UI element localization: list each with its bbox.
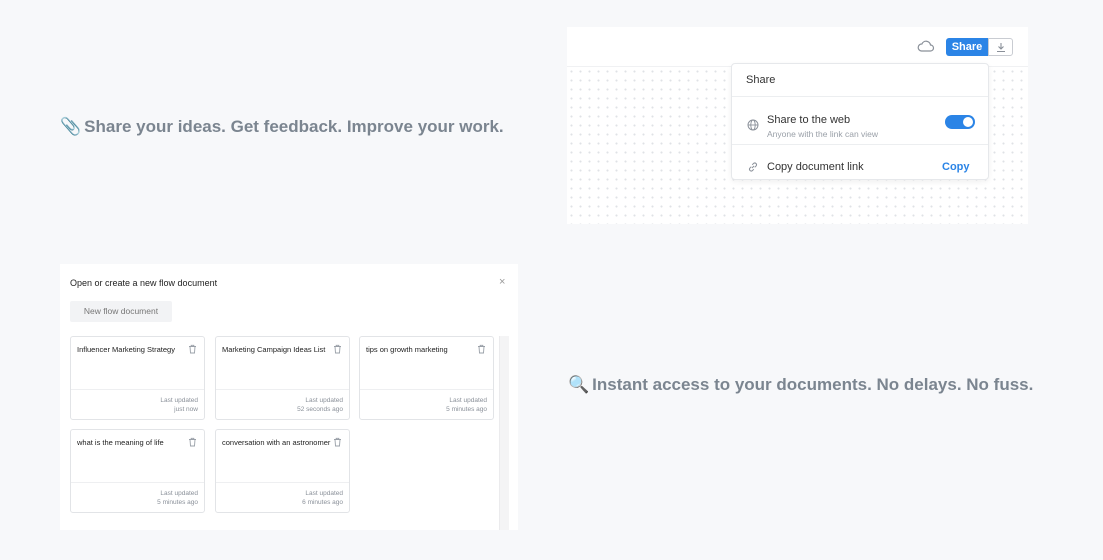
magnifier-icon: 🔍 — [568, 375, 590, 394]
document-name: tips on growth marketing — [366, 345, 448, 354]
scrollbar[interactable] — [499, 336, 509, 530]
last-updated-label: Last updated — [305, 397, 343, 404]
trash-icon[interactable] — [477, 344, 486, 354]
feature-headline-access: 🔍 Instant access to your documents. No de… — [568, 371, 1038, 398]
last-updated-label: Last updated — [449, 397, 487, 404]
feature-text: Share your ideas. Get feedback. Improve … — [84, 117, 504, 136]
divider — [732, 96, 988, 97]
last-updated: Last updated 52 seconds ago — [297, 396, 343, 414]
trash-icon[interactable] — [188, 437, 197, 447]
last-updated-label: Last updated — [160, 397, 198, 404]
paperclip-icon: 📎 — [60, 117, 82, 136]
download-button[interactable] — [988, 38, 1013, 56]
last-updated-time: just now — [174, 406, 198, 413]
document-name: Marketing Campaign Ideas List — [222, 345, 326, 354]
copy-link-button[interactable]: Copy — [942, 161, 970, 173]
globe-icon — [747, 119, 759, 131]
document-card[interactable]: tips on growth marketing Last updated 5 m… — [359, 336, 494, 420]
divider — [216, 389, 349, 390]
divider — [71, 482, 204, 483]
feature-headline-share: 📎 Share your ideas. Get feedback. Improve… — [60, 113, 560, 140]
last-updated: Last updated just now — [160, 396, 198, 414]
last-updated: Last updated 6 minutes ago — [302, 489, 343, 507]
last-updated-time: 5 minutes ago — [446, 406, 487, 413]
share-panel-screenshot: Share Share Share to the web Anyone with… — [567, 27, 1028, 224]
divider — [71, 389, 204, 390]
feature-text: Instant access to your documents. No del… — [592, 375, 1034, 394]
document-name: what is the meaning of life — [77, 438, 164, 447]
popover-title: Share — [746, 74, 776, 86]
copy-link-label: Copy document link — [767, 161, 864, 173]
documents-dialog-screenshot: Open or create a new flow document × New… — [60, 264, 518, 530]
toolbar: Share — [567, 27, 1028, 67]
link-icon — [749, 162, 757, 172]
last-updated: Last updated 5 minutes ago — [446, 396, 487, 414]
document-name: conversation with an astronomer — [222, 438, 331, 447]
share-web-subtitle: Anyone with the link can view — [767, 129, 879, 139]
document-card[interactable]: conversation with an astronomer Last upd… — [215, 429, 350, 513]
last-updated-time: 6 minutes ago — [302, 499, 343, 506]
dialog-title: Open or create a new flow document — [70, 278, 218, 288]
last-updated-time: 5 minutes ago — [157, 499, 198, 506]
last-updated-time: 52 seconds ago — [297, 406, 343, 413]
trash-icon[interactable] — [333, 437, 342, 447]
close-icon[interactable]: × — [499, 276, 505, 288]
share-button[interactable]: Share — [946, 38, 988, 56]
divider — [360, 389, 493, 390]
divider — [732, 144, 988, 145]
document-name: Influencer Marketing Strategy — [77, 345, 175, 354]
last-updated-label: Last updated — [305, 490, 343, 497]
toggle-knob — [963, 117, 973, 127]
new-document-button[interactable]: New flow document — [70, 301, 172, 322]
divider — [216, 482, 349, 483]
trash-icon[interactable] — [188, 344, 197, 354]
last-updated-label: Last updated — [160, 490, 198, 497]
document-card[interactable]: Influencer Marketing Strategy Last updat… — [70, 336, 205, 420]
document-card[interactable]: Marketing Campaign Ideas List Last updat… — [215, 336, 350, 420]
document-card[interactable]: what is the meaning of life Last updated… — [70, 429, 205, 513]
share-popover: Share Share to the web Anyone with the l… — [731, 63, 989, 180]
share-web-toggle[interactable] — [945, 115, 975, 129]
last-updated: Last updated 5 minutes ago — [157, 489, 198, 507]
share-web-title: Share to the web — [767, 114, 851, 126]
cloud-icon[interactable] — [917, 39, 935, 53]
download-icon — [997, 43, 1005, 53]
trash-icon[interactable] — [333, 344, 342, 354]
